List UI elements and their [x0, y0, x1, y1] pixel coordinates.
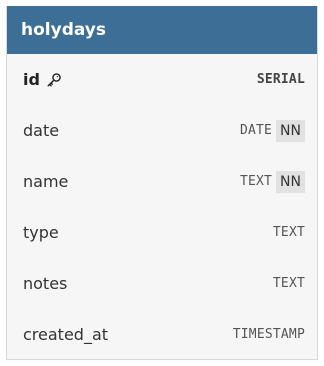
- column-name: name: [23, 172, 69, 191]
- not-null-badge: NN: [276, 170, 305, 193]
- column-type: TEXT NN: [239, 170, 305, 193]
- column-name: id: [23, 70, 62, 89]
- column-name: notes: [23, 274, 68, 293]
- column-name: date: [23, 121, 60, 140]
- column-type-text: TEXT: [239, 174, 273, 189]
- column-type-text: TIMESTAMP: [232, 327, 305, 342]
- column-row-name[interactable]: name TEXT NN: [7, 156, 317, 207]
- column-name: type: [23, 223, 59, 242]
- column-type: TEXT: [273, 225, 305, 240]
- column-name: created_at: [23, 325, 109, 344]
- column-row-date[interactable]: date DATE NN: [7, 105, 317, 156]
- column-row-created-at[interactable]: created_at TIMESTAMP: [7, 309, 317, 359]
- not-null-badge: NN: [276, 119, 305, 142]
- column-name-text: id: [23, 70, 40, 89]
- table-header[interactable]: holydays: [7, 6, 317, 54]
- column-row-notes[interactable]: notes TEXT: [7, 258, 317, 309]
- table-name: holydays: [21, 20, 107, 40]
- column-type-text: DATE: [239, 123, 273, 138]
- column-row-type[interactable]: type TEXT: [7, 207, 317, 258]
- column-type: TEXT: [273, 276, 305, 291]
- column-type-text: SERIAL: [256, 72, 305, 87]
- column-row-id[interactable]: id SERIAL: [7, 54, 317, 105]
- column-type-text: TEXT: [272, 276, 305, 291]
- key-icon: [46, 72, 62, 88]
- column-type: SERIAL: [257, 72, 305, 87]
- column-type: TIMESTAMP: [233, 327, 305, 342]
- column-type-text: TEXT: [272, 225, 305, 240]
- table-card[interactable]: holydays id SERIAL date DATE NN name TEX…: [6, 6, 318, 360]
- column-type: DATE NN: [239, 119, 305, 142]
